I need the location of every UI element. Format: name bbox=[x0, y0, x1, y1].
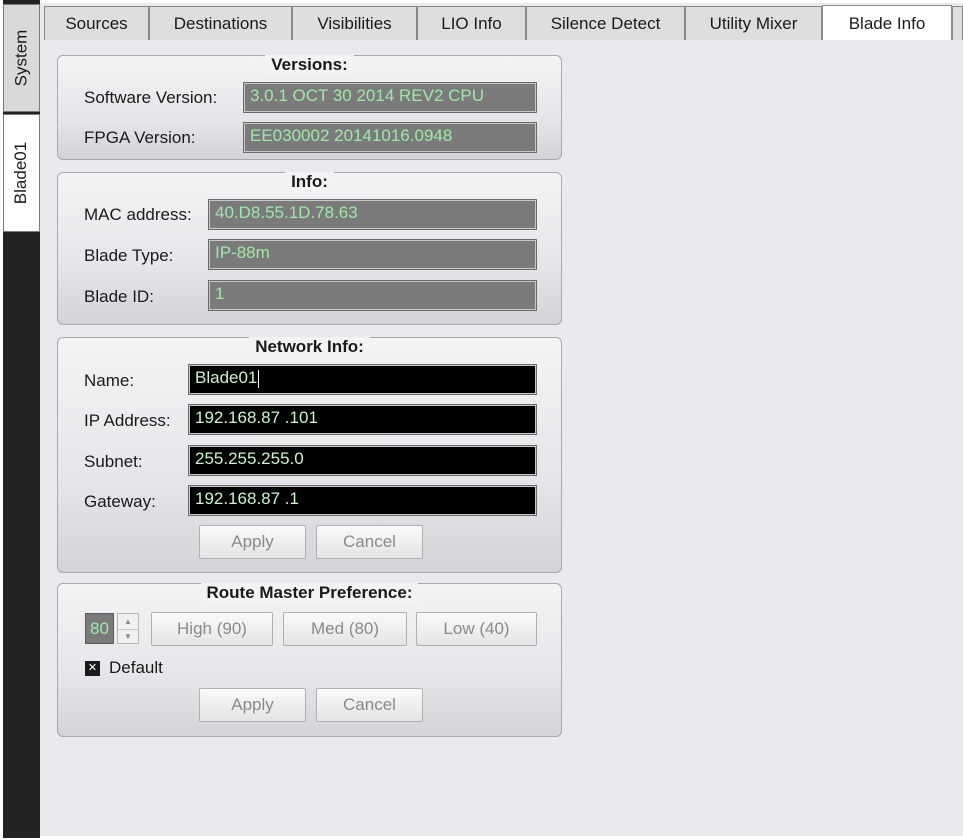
name-input[interactable]: Blade01 bbox=[188, 364, 537, 395]
tab-destinations[interactable]: Destinations bbox=[149, 6, 292, 41]
fpga-version-field: EE030002 20141016.0948 bbox=[243, 122, 537, 153]
versions-title: Versions: bbox=[58, 55, 561, 75]
route-apply-button[interactable]: Apply bbox=[199, 688, 306, 722]
blade-type-label: Blade Type: bbox=[84, 246, 174, 265]
tab-sources-label: Sources bbox=[65, 13, 128, 33]
blade-id-field: 1 bbox=[208, 280, 537, 311]
subnet-input[interactable]: 255.255.255.0 bbox=[188, 445, 537, 476]
tab-blade-info-label: Blade Info bbox=[848, 13, 926, 33]
blade-type-field: IP-88m bbox=[208, 239, 537, 270]
fpga-version-label: FPGA Version: bbox=[84, 128, 196, 147]
default-label: Default bbox=[109, 658, 163, 677]
tab-silence-detect-label: Silence Detect bbox=[550, 13, 661, 33]
software-version-label: Software Version: bbox=[84, 88, 218, 107]
blade-id-label: Blade ID: bbox=[84, 287, 154, 306]
gateway-input[interactable]: 192.168.87 .1 bbox=[188, 485, 537, 516]
text-caret bbox=[258, 369, 260, 388]
tab-sources[interactable]: Sources bbox=[44, 6, 149, 41]
tab-utility-mixer-label: Utility Mixer bbox=[709, 13, 798, 33]
route-cancel-button[interactable]: Cancel bbox=[316, 688, 423, 722]
name-input-value: Blade01 bbox=[195, 368, 258, 387]
chevron-down-icon[interactable]: ▼ bbox=[118, 629, 138, 644]
tab-bar: Sources Destinations Visibilities LIO In… bbox=[40, 3, 963, 41]
tab-silence-detect[interactable]: Silence Detect bbox=[526, 6, 685, 41]
route-master-title: Route Master Preference: bbox=[58, 583, 561, 603]
side-tab-blade01[interactable]: Blade01 bbox=[3, 114, 40, 232]
info-title: Info: bbox=[58, 172, 561, 192]
software-version-field: 3.0.1 OCT 30 2014 REV2 CPU bbox=[243, 82, 537, 113]
versions-group: Versions: Software Version: 3.0.1 OCT 30… bbox=[57, 55, 562, 160]
default-checkbox[interactable]: ✕ bbox=[85, 661, 100, 676]
gateway-label: Gateway: bbox=[84, 492, 156, 511]
name-label: Name: bbox=[84, 371, 135, 390]
tab-visibilities-label: Visibilities bbox=[317, 13, 392, 33]
tab-blade-info[interactable]: Blade Info bbox=[822, 5, 952, 41]
tab-utility-mixer[interactable]: Utility Mixer bbox=[685, 6, 822, 41]
high-preference-button[interactable]: High (90) bbox=[151, 612, 273, 646]
med-preference-button[interactable]: Med (80) bbox=[283, 612, 407, 646]
ip-address-label: IP Address: bbox=[84, 411, 171, 430]
side-tab-blade01-label: Blade01 bbox=[11, 141, 31, 205]
route-master-group: Route Master Preference: 80 ▲ ▼ High (90… bbox=[57, 583, 562, 737]
network-info-title: Network Info: bbox=[58, 337, 561, 357]
tab-lio-info[interactable]: LIO Info bbox=[417, 6, 526, 41]
ip-address-input[interactable]: 192.168.87 .101 bbox=[188, 404, 537, 435]
mac-address-label: MAC address: bbox=[84, 205, 192, 224]
tab-lio-info-label: LIO Info bbox=[441, 13, 502, 33]
network-cancel-button[interactable]: Cancel bbox=[316, 525, 423, 559]
check-x-icon: ✕ bbox=[87, 662, 98, 674]
mac-address-field: 40.D8.55.1D.78.63 bbox=[208, 199, 537, 230]
side-tab-system[interactable]: System bbox=[3, 4, 40, 112]
network-info-group: Network Info: Name: Blade01 IP Address: … bbox=[57, 337, 562, 573]
tab-destinations-label: Destinations bbox=[173, 13, 268, 33]
network-apply-button[interactable]: Apply bbox=[199, 525, 306, 559]
info-group: Info: MAC address: 40.D8.55.1D.78.63 Bla… bbox=[57, 172, 562, 325]
subnet-label: Subnet: bbox=[84, 452, 143, 471]
tab-visibilities[interactable]: Visibilities bbox=[292, 6, 417, 41]
tab-overflow-stub bbox=[952, 6, 963, 41]
chevron-up-icon[interactable]: ▲ bbox=[118, 614, 138, 629]
preference-spinner[interactable]: ▲ ▼ bbox=[117, 613, 139, 644]
low-preference-button[interactable]: Low (40) bbox=[416, 612, 537, 646]
side-tab-system-label: System bbox=[11, 29, 31, 87]
preference-value[interactable]: 80 bbox=[85, 613, 114, 644]
